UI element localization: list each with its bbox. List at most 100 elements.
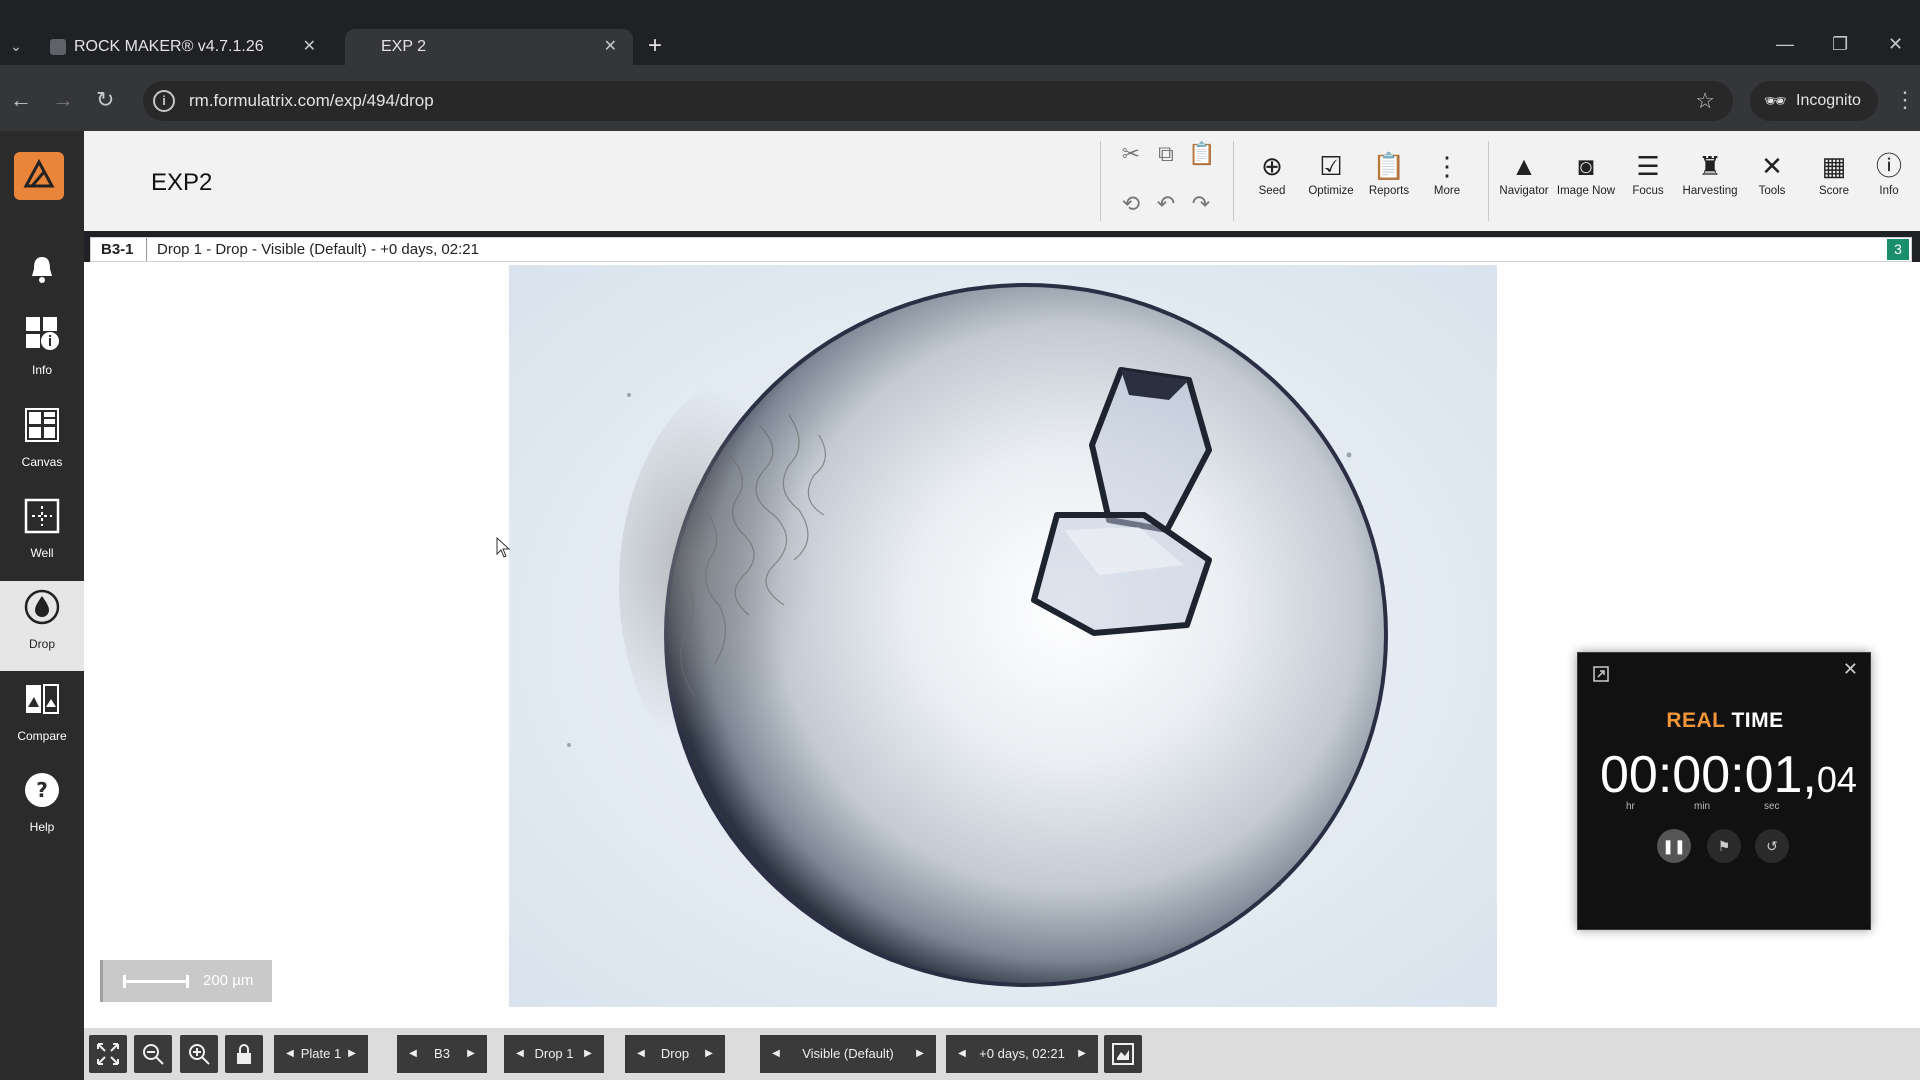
omnibox[interactable]: i rm.formulatrix.com/exp/494/drop ☆ [143, 81, 1733, 121]
prev-plate-icon[interactable]: ◀ [280, 1035, 300, 1073]
tab-exp2[interactable]: EXP 2 ✕ [345, 29, 633, 65]
zoom-out-button[interactable] [134, 1035, 172, 1073]
browser-menu-icon[interactable]: ⋮ [1894, 87, 1916, 113]
tab-search-icon[interactable]: ⌄ [4, 34, 28, 58]
camera-icon: ◙ [1578, 151, 1594, 181]
favicon-icon [50, 39, 66, 55]
prev-type-icon[interactable]: ◀ [631, 1035, 651, 1073]
toolbar-divider [1100, 141, 1101, 221]
back-icon[interactable]: ← [10, 87, 32, 113]
drop-image[interactable] [509, 265, 1497, 1007]
tool-reports[interactable]: 📋 Reports [1359, 151, 1419, 211]
image-type-selector[interactable]: ◀ Drop ▶ [625, 1035, 725, 1073]
tab-close-icon[interactable]: ✕ [604, 29, 617, 65]
bookmark-star-icon[interactable]: ☆ [1695, 88, 1715, 114]
undo-icon[interactable]: ↶ [1153, 191, 1179, 217]
gallery-icon [1112, 1043, 1134, 1065]
timer-close-icon[interactable]: ✕ [1843, 659, 1858, 680]
tool-more[interactable]: ⋮ More [1417, 151, 1477, 211]
sidebar-item-help[interactable]: ? Help [0, 764, 84, 854]
unit-min: min [1694, 801, 1711, 812]
image-count-badge[interactable]: 3 [1887, 239, 1909, 260]
drop-value: Drop 1 [534, 1046, 574, 1061]
pause-button[interactable]: ❚❚ [1657, 829, 1691, 863]
popout-icon[interactable] [1592, 665, 1610, 683]
scale-bar: 200 µm [100, 960, 272, 1002]
next-plate-icon[interactable]: ▶ [342, 1035, 362, 1073]
bottom-navigation-bar: ◀ Plate 1 ▶ ◀ B3 ▶ ◀ Drop 1 ▶ ◀ Drop ▶ ◀… [84, 1028, 1920, 1080]
zoom-in-button[interactable] [180, 1035, 218, 1073]
redo-icon[interactable]: ↷ [1188, 191, 1214, 217]
prev-imaging-icon[interactable]: ◀ [766, 1035, 786, 1073]
sidebar-item-label: Info [31, 363, 52, 377]
lap-button[interactable]: ⚑ [1707, 829, 1741, 863]
tool-tools[interactable]: ✕ Tools [1742, 151, 1802, 211]
tool-seed[interactable]: ⊕ Seed [1242, 151, 1302, 211]
tool-label: Tools [1758, 185, 1786, 197]
forward-icon[interactable]: → [52, 87, 74, 113]
help-icon: ? [25, 773, 59, 807]
reports-icon: 📋 [1372, 151, 1406, 181]
fit-to-screen-button[interactable] [89, 1035, 127, 1073]
imaging-selector[interactable]: ◀ Visible (Default) ▶ [760, 1035, 936, 1073]
sidebar-item-compare[interactable]: Compare [0, 673, 84, 763]
next-time-icon[interactable]: ▶ [1072, 1035, 1092, 1073]
plate-selector[interactable]: ◀ Plate 1 ▶ [274, 1035, 368, 1073]
scale-line [123, 975, 189, 988]
next-imaging-icon[interactable]: ▶ [910, 1035, 930, 1073]
incognito-badge[interactable]: 🕶 Incognito [1750, 81, 1878, 121]
restore-icon[interactable]: ❐ [1832, 34, 1848, 55]
reload-icon[interactable]: ↻ [96, 87, 114, 113]
sidebar-item-canvas[interactable]: Canvas [0, 399, 84, 489]
zoom-out-icon [143, 1044, 164, 1065]
tool-navigator[interactable]: ▲ Navigator [1494, 151, 1554, 211]
url-text[interactable]: rm.formulatrix.com/exp/494/drop [189, 91, 434, 111]
well-selector[interactable]: ◀ B3 ▶ [397, 1035, 487, 1073]
focus-icon: ☰ [1636, 151, 1660, 181]
tab-rock-maker[interactable]: ROCK MAKER® v4.7.1.26 ✕ [42, 29, 332, 65]
tool-optimize[interactable]: ☑ Optimize [1301, 151, 1361, 211]
site-info-icon[interactable]: i [153, 90, 175, 112]
refresh-icon[interactable]: ⟲ [1118, 191, 1144, 217]
tool-focus[interactable]: ☰ Focus [1618, 151, 1678, 211]
info-grid-icon [26, 317, 59, 350]
toolbar-divider [1233, 141, 1234, 221]
image-gallery-button[interactable] [1104, 1035, 1142, 1073]
svg-text:?: ? [36, 778, 48, 802]
time-value: +0 days, 02:21 [979, 1046, 1065, 1061]
sidebar-item-info[interactable]: Info [0, 307, 84, 397]
rock-maker-logo[interactable] [14, 152, 64, 200]
paste-icon[interactable]: 📋 [1188, 141, 1215, 167]
prev-well-icon[interactable]: ◀ [403, 1035, 423, 1073]
address-bar: ← → ↻ i rm.formulatrix.com/exp/494/drop … [0, 65, 1920, 137]
tool-info[interactable]: ⓘ Info [1859, 151, 1919, 211]
tool-image-now[interactable]: ◙ Image Now [1556, 151, 1616, 211]
minimize-icon[interactable]: — [1776, 34, 1794, 55]
prev-drop-icon[interactable]: ◀ [510, 1035, 530, 1073]
cut-icon[interactable]: ✂ [1118, 141, 1144, 167]
tool-label: Reports [1368, 185, 1410, 197]
optimize-icon: ☑ [1319, 151, 1343, 181]
tab-close-icon[interactable]: ✕ [303, 29, 316, 65]
lock-icon [237, 1044, 251, 1064]
tool-score[interactable]: ▦ Score [1804, 151, 1864, 211]
lock-button[interactable] [225, 1035, 263, 1073]
tab-title: EXP 2 [381, 38, 427, 55]
tool-harvesting[interactable]: ♜ Harvesting [1680, 151, 1740, 211]
copy-icon[interactable]: ⧉ [1153, 141, 1179, 167]
drop-selector[interactable]: ◀ Drop 1 ▶ [504, 1035, 604, 1073]
next-well-icon[interactable]: ▶ [461, 1035, 481, 1073]
next-drop-icon[interactable]: ▶ [578, 1035, 598, 1073]
sidebar-item-drop[interactable]: Drop [0, 581, 84, 671]
window-close-icon[interactable]: ✕ [1888, 34, 1903, 55]
imaging-value: Visible (Default) [802, 1046, 894, 1061]
mouse-cursor-icon [496, 537, 511, 558]
real-time-timer-widget[interactable]: ✕ REAL TIME 00:00:01,04 hr min sec ❚❚ ⚑ … [1577, 652, 1871, 930]
sidebar-item-well[interactable]: Well [0, 490, 84, 580]
time-selector[interactable]: ◀ +0 days, 02:21 ▶ [946, 1035, 1098, 1073]
navigator-icon: ▲ [1511, 151, 1537, 181]
new-tab-icon[interactable]: + [648, 32, 662, 60]
reset-button[interactable]: ↺ [1755, 829, 1789, 863]
prev-time-icon[interactable]: ◀ [952, 1035, 972, 1073]
next-type-icon[interactable]: ▶ [699, 1035, 719, 1073]
